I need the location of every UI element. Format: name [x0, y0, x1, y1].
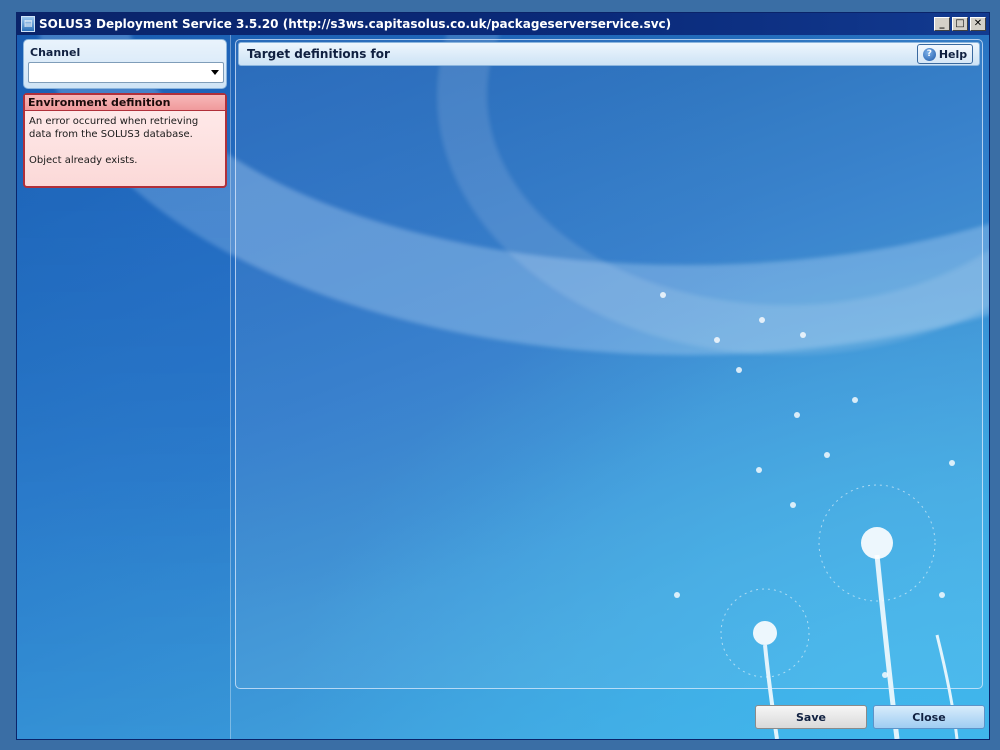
app-icon: ▤ — [21, 16, 35, 32]
window-title: SOLUS3 Deployment Service 3.5.20 (http:/… — [39, 17, 672, 31]
channel-dropdown[interactable] — [28, 62, 224, 83]
window-controls: _ □ ✕ — [934, 17, 986, 31]
close-icon[interactable]: ✕ — [970, 17, 986, 31]
title-bar[interactable]: ▤ SOLUS3 Deployment Service 3.5.20 (http… — [17, 13, 989, 35]
target-definitions-panel: Target definitions for ? Help — [235, 39, 983, 689]
maximize-icon[interactable]: □ — [952, 17, 968, 31]
dropdown-arrow-icon[interactable] — [211, 70, 219, 75]
panel-header: Target definitions for ? Help — [238, 42, 980, 66]
close-button[interactable]: Close — [873, 705, 985, 729]
environment-definition-panel: Environment definition An error occurred… — [23, 93, 227, 188]
client-area: Channel Environment definition An error … — [17, 35, 989, 739]
page-title: Target definitions for — [247, 47, 390, 61]
help-label: Help — [938, 47, 968, 61]
error-message: An error occurred when retrieving data f… — [29, 116, 199, 140]
channel-panel: Channel — [23, 39, 227, 89]
help-button[interactable]: ? Help — [917, 44, 973, 64]
error-detail: Object already exists. — [29, 155, 138, 166]
application-window: ▤ SOLUS3 Deployment Service 3.5.20 (http… — [16, 12, 990, 740]
sidebar: Channel Environment definition An error … — [17, 35, 231, 739]
save-button[interactable]: Save — [755, 705, 867, 729]
channel-label: Channel — [30, 46, 81, 59]
help-icon: ? — [922, 47, 936, 61]
environment-definition-header: Environment definition — [25, 95, 225, 111]
minimize-icon[interactable]: _ — [934, 17, 950, 31]
